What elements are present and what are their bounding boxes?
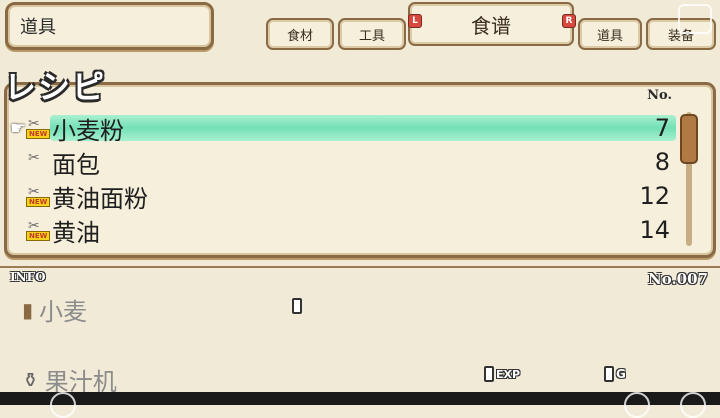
info-number: No.007 [648,270,708,288]
recipe-number: 8 [654,148,670,176]
recipe-name: 黄油 [52,218,100,247]
recipe-icon: ✂ [28,150,40,166]
tab-ingredients-label: 食材 [286,28,313,44]
sack-icon: ▮ [22,297,34,322]
tab-items-label: 道具 [596,28,623,44]
overlay-circle-button[interactable] [680,392,706,418]
ingredient-row: ▮ 小麦 [22,292,87,327]
exp-display: EXP [484,366,520,382]
tab-recipes[interactable]: 食谱 [408,2,574,46]
selection-highlight [50,115,676,141]
emulator-bottom-bar [0,392,720,405]
recipe-name: 小麦粉 [52,116,124,145]
recipe-number: 14 [639,216,670,244]
tab-recipes-label: 食谱 [471,13,511,38]
category-label: 道具 [20,17,56,38]
recipe-number: 7 [654,114,670,142]
overlay-circle-button[interactable] [624,392,650,418]
recipe-number: 12 [639,182,670,210]
tab-tools-label: 工具 [358,28,385,44]
l-trigger-icon: L [408,14,422,28]
gold-slot [604,366,614,382]
tab-tools[interactable]: 工具 [338,18,406,50]
exp-label: EXP [496,367,521,381]
scrollbar-thumb[interactable] [680,114,698,164]
recipe-row[interactable]: ☛ ✂ NEW 小麦粉 7 [10,111,676,145]
ingredient-name: 小麦 [39,298,88,326]
category-box: 道具 [5,2,214,50]
number-column-header: No. [647,88,672,103]
pointer-hand-icon: ☛ [10,117,27,139]
new-recipe-icon: ✂ NEW [26,185,51,207]
juicer-icon: ⚱ [22,367,39,392]
tab-items[interactable]: 道具 [578,18,642,50]
recipe-name: 黄油面粉 [52,184,148,213]
recipe-row[interactable]: ✂ NEW 黄油面粉 12 [10,179,670,213]
exp-slot [484,366,494,382]
info-divider [0,266,720,292]
recipes-title: レシピ [4,68,107,106]
recipe-scrollbar[interactable] [680,112,698,246]
ingredient-slot [292,298,302,314]
new-recipe-icon: ✂ NEW [26,219,51,241]
gold-label: G [616,367,626,381]
info-label: INFO [10,270,46,284]
overlay-menu-button[interactable] [678,4,712,34]
new-recipe-icon: ✂ NEW [26,117,51,139]
tab-ingredients[interactable]: 食材 [266,18,334,50]
gold-display: G [604,366,626,382]
overlay-circle-button[interactable] [50,392,76,418]
recipe-row[interactable]: ✂ NEW 黄油 14 [10,213,670,247]
r-trigger-icon: R [562,14,576,28]
recipe-row[interactable]: ✂ 面包 8 [10,145,670,179]
recipe-name: 面包 [52,150,100,179]
